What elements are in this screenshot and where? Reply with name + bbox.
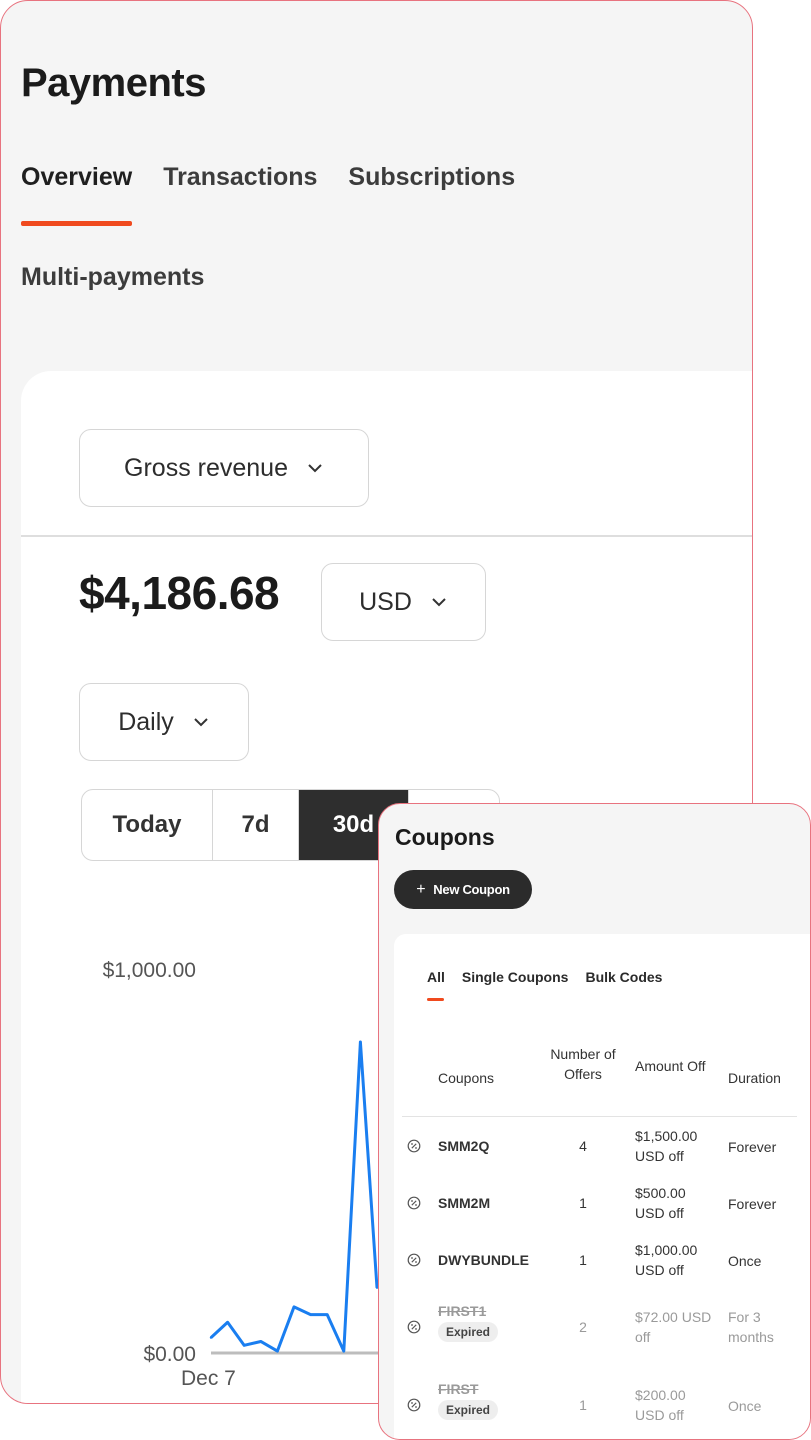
- coupon-icon: [407, 1320, 421, 1334]
- table-row[interactable]: SMM2Q 4 $1,500.00 USD off Forever: [402, 1117, 797, 1174]
- coupon-amount: $1,000.00 USD off: [635, 1241, 698, 1278]
- divider: [21, 535, 752, 537]
- coupons-table: Coupons Number of Offers Amount Off Dura…: [402, 1034, 797, 1439]
- coupon-offers: 1: [579, 1194, 587, 1211]
- coupon-offers: 1: [579, 1251, 587, 1268]
- coupon-offers: 2: [579, 1319, 587, 1335]
- tab-single-coupons[interactable]: Single Coupons: [462, 969, 569, 1001]
- data-point: [292, 1305, 296, 1309]
- data-point: [276, 1349, 279, 1353]
- coupon-icon: [407, 1398, 421, 1412]
- coupon-duration: For 3 months: [728, 1309, 774, 1345]
- coupon-icon: [407, 1253, 421, 1267]
- data-point: [226, 1321, 229, 1324]
- data-point: [243, 1344, 246, 1347]
- column-header-duration[interactable]: Duration: [728, 1070, 781, 1086]
- range-7d-button[interactable]: 7d: [213, 790, 299, 860]
- data-point: [309, 1313, 312, 1316]
- y-tick-label-bottom: $0.00: [143, 1343, 196, 1366]
- revenue-amount: $4,186.68: [79, 567, 280, 619]
- coupons-panel: Coupons + New Coupon All Single Coupons …: [378, 803, 811, 1440]
- expired-badge: Expired: [438, 1322, 499, 1342]
- tab-transactions[interactable]: Transactions: [163, 163, 317, 226]
- currency-select[interactable]: USD: [321, 563, 486, 641]
- column-header-coupons[interactable]: Coupons: [438, 1070, 494, 1086]
- currency-select-label: USD: [359, 587, 412, 616]
- x-tick-label: Dec 7: [181, 1367, 236, 1390]
- column-header-offers[interactable]: Number of Offers: [550, 1044, 616, 1084]
- coupon-offers: 1: [579, 1397, 587, 1413]
- new-coupon-button[interactable]: + New Coupon: [394, 870, 532, 909]
- coupon-amount: $200.00 USD off: [635, 1387, 686, 1423]
- chevron-down-icon: [432, 598, 446, 607]
- data-point: [359, 1040, 362, 1044]
- coupon-code: DWYBUNDLE: [438, 1252, 529, 1268]
- coupon-code-text: DWYBUNDLE: [438, 1251, 529, 1268]
- tab-overview[interactable]: Overview: [21, 163, 133, 226]
- revenue-line: [209, 1040, 379, 1353]
- table-row[interactable]: SMM2M 1 $500.00 USD off Forever: [402, 1174, 797, 1231]
- coupon-code: FIRST Expired: [438, 1381, 499, 1420]
- metric-select[interactable]: Gross revenue: [79, 429, 369, 507]
- plus-icon: +: [416, 880, 426, 898]
- coupon-code-text: FIRST1: [438, 1303, 487, 1319]
- tab-subscriptions[interactable]: Subscriptions: [348, 163, 515, 226]
- tab-all[interactable]: All: [427, 969, 445, 1001]
- metric-select-label: Gross revenue: [124, 453, 288, 482]
- coupon-code: SMM2M: [438, 1195, 490, 1211]
- data-point: [259, 1340, 262, 1343]
- chevron-down-icon: [194, 718, 208, 727]
- coupon-duration: Once: [728, 1398, 762, 1414]
- table-row[interactable]: FIRST Expired 1 $200.00 USD off Once: [402, 1366, 797, 1439]
- coupon-icon: [407, 1139, 421, 1153]
- data-point: [209, 1336, 213, 1339]
- coupon-duration: Once: [728, 1252, 762, 1269]
- coupon-icon: [407, 1196, 421, 1210]
- interval-select-label: Daily: [118, 707, 174, 736]
- coupons-card: All Single Coupons Bulk Codes Coupons Nu…: [394, 934, 810, 1439]
- coupon-code: FIRST1 Expired: [438, 1303, 499, 1342]
- table-row[interactable]: DWYBUNDLE 1 $1,000.00 USD off Once: [402, 1231, 797, 1288]
- expired-badge: Expired: [438, 1400, 499, 1420]
- tab-bulk-codes[interactable]: Bulk Codes: [585, 969, 662, 1001]
- coupon-code-text: SMM2Q: [438, 1137, 490, 1154]
- coupon-amount: $500.00 USD off: [635, 1184, 686, 1221]
- data-point: [342, 1349, 345, 1353]
- coupon-duration: Forever: [728, 1138, 777, 1155]
- coupons-title: Coupons: [395, 824, 495, 850]
- range-today-button[interactable]: Today: [82, 790, 213, 860]
- column-header-amount[interactable]: Amount Off: [635, 1056, 715, 1076]
- coupon-code-text: FIRST: [438, 1381, 479, 1397]
- coupon-code: SMM2Q: [438, 1138, 489, 1154]
- interval-select[interactable]: Daily: [79, 683, 249, 761]
- data-point: [326, 1313, 329, 1316]
- coupon-amount: $72.00 USD off: [635, 1309, 712, 1345]
- coupon-amount: $1,500.00 USD off: [635, 1127, 698, 1164]
- table-row[interactable]: FIRST1 Expired 2 $72.00 USD off For 3 months: [402, 1288, 797, 1366]
- coupon-code-text: SMM2M: [438, 1194, 491, 1211]
- chevron-down-icon: [308, 464, 322, 473]
- table-header: Coupons Number of Offers Amount Off Dura…: [402, 1034, 797, 1117]
- payments-tabs: Overview Transactions Subscriptions: [21, 163, 546, 226]
- coupon-offers: 4: [579, 1137, 587, 1154]
- coupon-duration: Forever: [728, 1195, 777, 1212]
- tab-multi-payments[interactable]: Multi-payments: [21, 263, 204, 292]
- page-title: Payments: [21, 61, 206, 105]
- coupons-tabs: All Single Coupons Bulk Codes: [427, 969, 679, 1001]
- coupon-rows: SMM2Q 4 $1,500.00 USD off Forever SMM2M 1 $500…: [402, 1117, 797, 1439]
- new-coupon-label: New Coupon: [433, 882, 510, 897]
- y-tick-label-top: $1,000.00: [103, 959, 196, 982]
